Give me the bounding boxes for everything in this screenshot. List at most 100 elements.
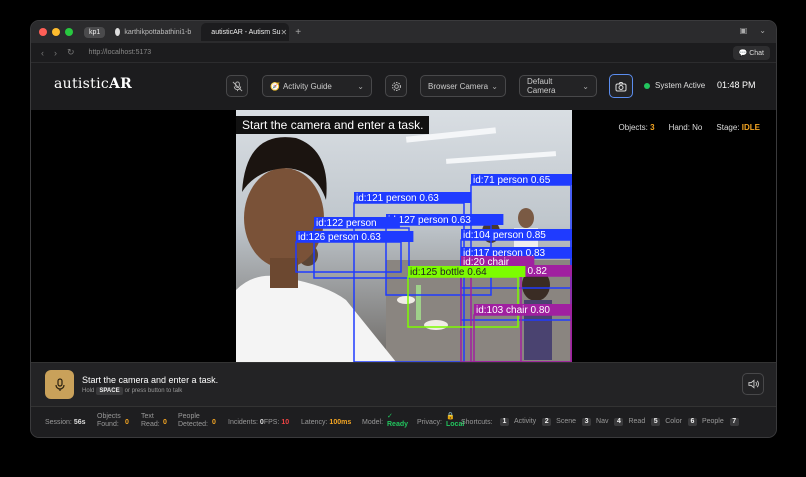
app-header: autisticAR 🧭 Activity Guide ⌄ Browser Ca… [31, 63, 776, 110]
detection-label: id:121 person 0.63 [356, 193, 439, 204]
camera-source-label: Browser Camera [428, 81, 489, 91]
privacy-metric: Privacy: [417, 419, 442, 427]
shortcut-key: 7 [729, 418, 739, 426]
profile-badge[interactable]: kp1 [84, 26, 106, 38]
shortcut-label: Activity [514, 418, 537, 425]
tab-label: autisticAR - Autism Su [211, 28, 281, 36]
shortcut-item[interactable]: 1 Activity [500, 418, 537, 426]
objects-stat: Objects: 3 [619, 123, 655, 132]
detection-stats: Objects: 3 Hand: No Stage: IDLE [619, 123, 760, 132]
camera-feed: id:71 person 0.65 id:121 person 0.63 id:12… [236, 110, 572, 362]
latency-label: Latency: [301, 419, 328, 426]
maximize-window-button[interactable] [65, 28, 73, 36]
check-icon: ✓ [387, 413, 393, 420]
shortcut-item[interactable]: 7 [729, 418, 744, 426]
shortcut-key: 4 [614, 418, 624, 426]
system-status: System Active [644, 81, 705, 90]
camera-source-select[interactable]: Browser Camera ⌄ [420, 75, 506, 97]
objects-stat-value: 3 [650, 123, 655, 132]
model-status: ✓ Ready [387, 413, 408, 429]
brand-accent: AR [109, 76, 133, 92]
tab-github[interactable]: karthikpottabathini1-b [109, 23, 197, 41]
detection-label: id:103 chair 0.80 [476, 305, 550, 316]
shortcut-label: Nav [596, 418, 609, 425]
incidents-metric: Incidents: 0FPS: 10 [228, 419, 289, 427]
shortcut-item[interactable]: 4 Read [614, 418, 646, 426]
text-read-value-wrap: 0 [163, 419, 167, 427]
chevron-down-icon: ⌄ [357, 81, 364, 91]
address-bar: ‹ › ↻ http://localhost:5173 💬 Chat [31, 43, 776, 63]
shortcut-key: 5 [651, 418, 661, 426]
camera-device-select[interactable]: Default Camera ⌄ [519, 75, 597, 97]
url-field[interactable]: http://localhost:5173 [89, 49, 152, 56]
hand-stat-value: No [692, 123, 703, 132]
settings-button[interactable] [385, 75, 407, 97]
detection-label: id:104 person 0.85 [463, 230, 546, 241]
shortcut-label: Scene [556, 418, 577, 425]
shortcut-label: People [701, 418, 724, 425]
chat-icon: 💬 [738, 50, 748, 57]
shortcut-item[interactable]: 2 Scene [542, 418, 577, 426]
fps-value: 10 [281, 419, 290, 426]
shortcut-label: Color [665, 418, 682, 425]
tab-label: karthikpottabathini1-b [124, 28, 192, 36]
stage-stat-label: Stage: [716, 123, 740, 132]
people-detected-label: People Detected: [178, 413, 208, 428]
session-label: Session: [45, 419, 72, 426]
status-dot [644, 82, 650, 89]
latency-metric: Latency: 100ms [301, 419, 351, 427]
tab-bar: kp1 karthikpottabathini1-b autisticAR - … [31, 21, 776, 43]
tab-autisticar[interactable]: autisticAR - Autism Su ✕ [201, 23, 290, 41]
session-metric: Session: 56s [45, 419, 86, 427]
sidebar-toggle-icon[interactable]: ▣ [740, 26, 748, 35]
assistant-bar: Start the camera and enter a task. Hold S… [31, 362, 776, 406]
app-logo: autisticAR [54, 76, 132, 92]
mute-mic-button[interactable] [226, 75, 248, 97]
detection-label: id:127 person 0.63 [388, 215, 471, 226]
detection-box [473, 314, 572, 362]
forward-icon[interactable]: › [54, 48, 57, 58]
shortcut-item[interactable]: 6 People [687, 418, 724, 426]
github-icon [115, 28, 121, 36]
detection-label: id:71 person 0.65 [473, 175, 551, 186]
back-icon[interactable]: ‹ [41, 48, 44, 58]
close-window-button[interactable] [39, 28, 47, 36]
text-read-label: Text Read: [141, 413, 160, 428]
shortcut-label: Read [628, 418, 646, 425]
detection-label: id:125 bottle 0.64 [410, 267, 487, 278]
shortcut-item[interactable]: 5 Color [651, 418, 682, 426]
shortcut-key: 6 [687, 418, 697, 426]
push-to-talk-button[interactable] [45, 370, 74, 399]
chevron-down-icon[interactable]: ⌄ [759, 26, 766, 35]
model-value: Ready [387, 421, 409, 428]
shortcut-key: 3 [582, 418, 592, 426]
minimize-window-button[interactable] [52, 28, 60, 36]
chat-button[interactable]: 💬 Chat [732, 46, 770, 60]
detection-overlay: id:71 person 0.65 id:121 person 0.63 id:12… [295, 174, 572, 362]
capture-button[interactable] [609, 74, 633, 98]
chevron-down-icon: ⌄ [582, 81, 589, 91]
chat-label: Chat [749, 50, 764, 57]
text-read-value: 0 [163, 419, 167, 426]
camera-stage: id:71 person 0.65 id:121 person 0.63 id:12… [31, 110, 776, 362]
reload-icon[interactable]: ↻ [67, 47, 75, 58]
hand-stat-label: Hand: [668, 123, 690, 132]
assistant-prompt: Start the camera and enter a task. [82, 375, 219, 385]
mic-icon [54, 377, 65, 391]
activity-guide-select[interactable]: 🧭 Activity Guide ⌄ [262, 75, 372, 97]
objects-found-metric: Objects Found: [97, 413, 125, 429]
hint-key: SPACE [96, 387, 123, 395]
people-detected-metric: People Detected: [178, 413, 212, 429]
incidents-label: Incidents: [228, 419, 258, 426]
latency-value: 100ms [329, 419, 352, 426]
hand-stat: Hand: No [669, 123, 703, 132]
close-tab-icon[interactable]: ✕ [281, 28, 288, 37]
shortcuts-label: Shortcuts: [461, 419, 493, 426]
new-tab-button[interactable]: + [295, 27, 301, 38]
chevron-down-icon: ⌄ [491, 81, 498, 91]
brand-main: autistic [54, 76, 109, 92]
objects-found-value: 0 [125, 419, 129, 426]
speaker-button[interactable] [742, 373, 764, 395]
shortcut-item[interactable]: 3 Nav [582, 418, 609, 426]
detection-label: id:122 person [316, 218, 377, 229]
